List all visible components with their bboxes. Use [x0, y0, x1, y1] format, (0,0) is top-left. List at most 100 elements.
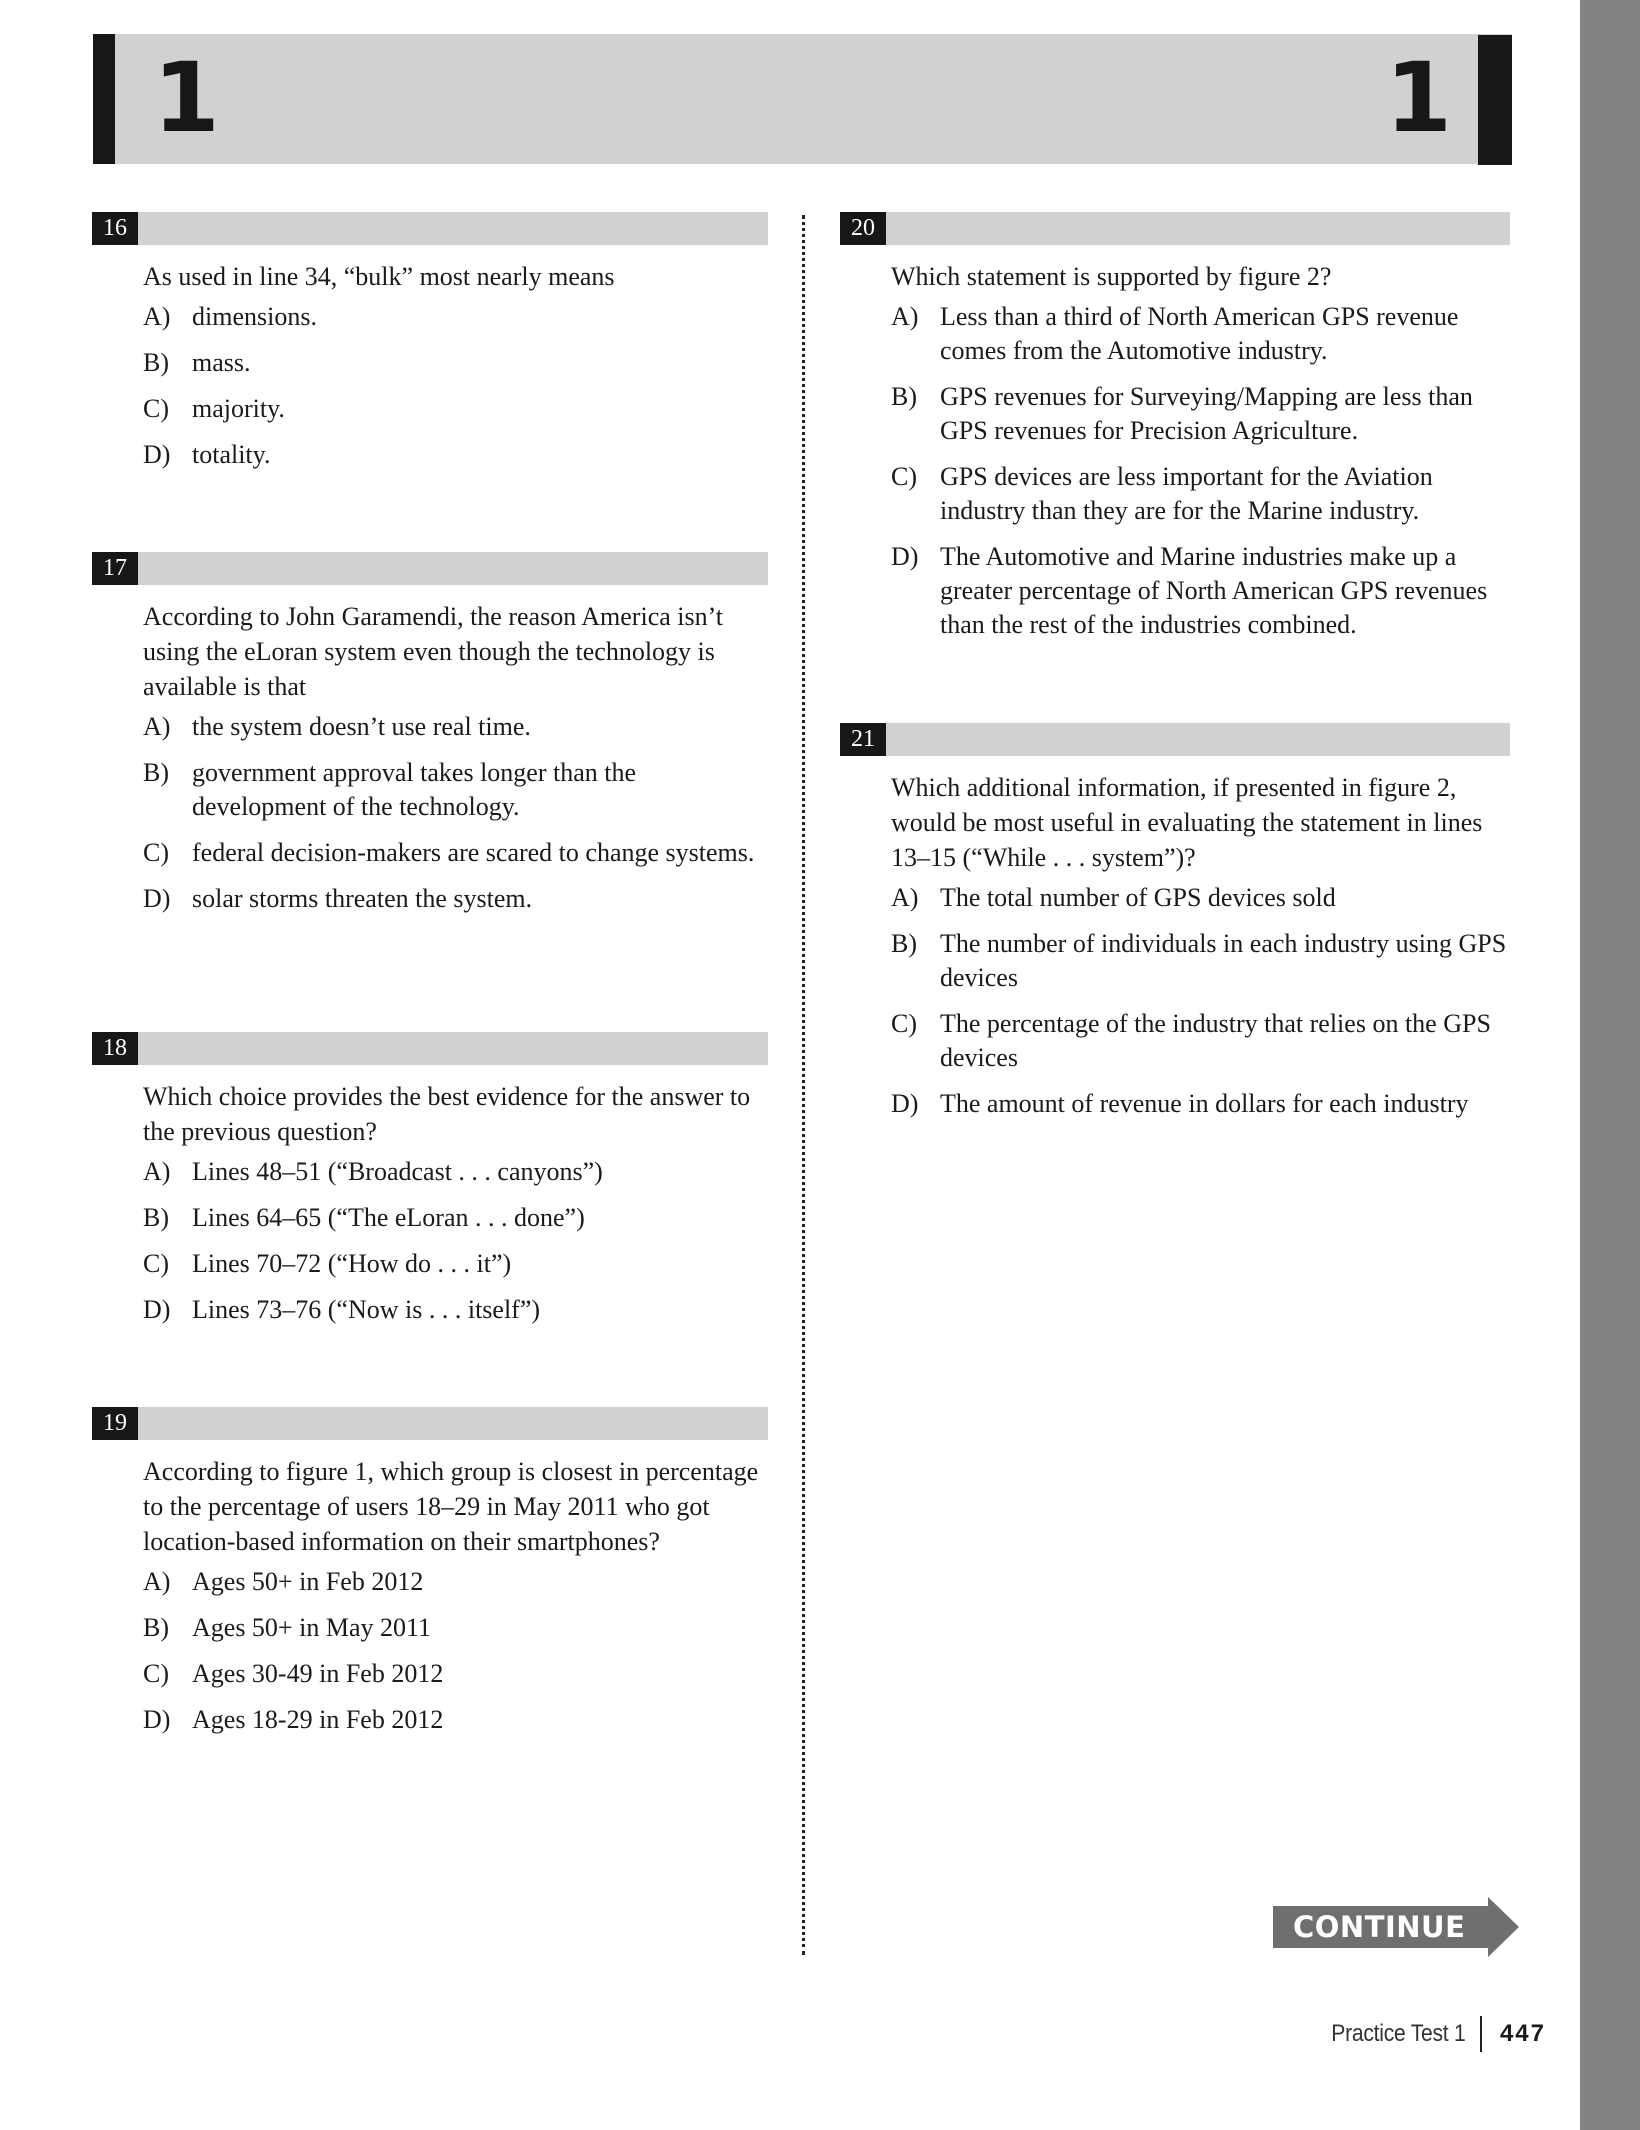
choice-letter: D): [891, 1089, 919, 1118]
answer-choice-c[interactable]: C) federal decision-makers are scared to …: [143, 836, 768, 870]
answer-choice-c[interactable]: C) The percentage of the industry that re…: [891, 1007, 1510, 1075]
choice-text: The amount of revenue in dollars for eac…: [940, 1089, 1469, 1118]
answer-choice-b[interactable]: B) Ages 50+ in May 2011: [143, 1611, 768, 1645]
question-17: 17 According to John Garamendi, the reas…: [92, 552, 768, 928]
choice-letter: B): [891, 929, 917, 958]
choice-letter: A): [143, 1157, 171, 1186]
question-21: 21 Which additional information, if pres…: [840, 723, 1510, 1133]
choice-text: GPS revenues for Surveying/Mapping are l…: [940, 382, 1473, 445]
page-edge-strip: [1580, 0, 1640, 2130]
answer-choice-b[interactable]: B) government approval takes longer than …: [143, 756, 768, 824]
choice-letter: D): [143, 884, 171, 913]
choice-letter: C): [143, 1659, 169, 1688]
choice-text: The percentage of the industry that reli…: [940, 1009, 1491, 1072]
choice-letter: A): [143, 302, 171, 331]
section-header-right-bar: [1478, 35, 1512, 165]
choice-text: dimensions.: [192, 302, 317, 331]
choice-letter: B): [143, 1613, 169, 1642]
answer-choice-d[interactable]: D) solar storms threaten the system.: [143, 882, 768, 916]
answer-choice-a[interactable]: A) The total number of GPS devices sold: [891, 881, 1510, 915]
choice-letter: C): [891, 1009, 917, 1038]
choice-text: Lines 70–72 (“How do . . . it”): [192, 1249, 512, 1278]
choice-text: GPS devices are less important for the A…: [940, 462, 1433, 525]
question-stem: According to John Garamendi, the reason …: [143, 602, 724, 701]
answer-choices: A) The total number of GPS devices sold B…: [891, 881, 1510, 1121]
choice-letter: B): [143, 348, 169, 377]
choice-text: The Automotive and Marine industries mak…: [940, 542, 1488, 639]
question-number: 21: [840, 723, 886, 756]
choice-text: Ages 50+ in May 2011: [192, 1613, 432, 1642]
answer-choice-a[interactable]: A) dimensions.: [143, 300, 768, 334]
choice-text: Ages 30-49 in Feb 2012: [192, 1659, 444, 1688]
answer-choice-c[interactable]: C) majority.: [143, 392, 768, 426]
question-18: 18 Which choice provides the best eviden…: [92, 1032, 768, 1339]
choice-text: Ages 18-29 in Feb 2012: [192, 1705, 444, 1734]
footer-title: Practice Test 1: [1331, 2020, 1466, 2047]
choice-letter: D): [143, 440, 171, 469]
question-number: 16: [92, 212, 138, 245]
choice-text: Lines 64–65 (“The eLoran . . . done”): [192, 1203, 585, 1232]
answer-choice-a[interactable]: A) Lines 48–51 (“Broadcast . . . canyons”…: [143, 1155, 768, 1189]
choice-letter: C): [891, 462, 917, 491]
answer-choice-d[interactable]: D) Lines 73–76 (“Now is . . . itself”): [143, 1293, 768, 1327]
page-number: 447: [1499, 2020, 1546, 2047]
answer-choice-b[interactable]: B) Lines 64–65 (“The eLoran . . . done”): [143, 1201, 768, 1235]
choice-letter: C): [143, 394, 169, 423]
continue-label: CONTINUE: [1293, 1910, 1466, 1944]
question-16: 16 As used in line 34, “bulk” most nearl…: [92, 212, 768, 484]
question-number: 20: [840, 212, 886, 245]
question-header-bar: 16: [92, 212, 768, 245]
question-stem: Which statement is supported by figure 2…: [891, 262, 1332, 291]
answer-choice-b[interactable]: B) GPS revenues for Surveying/Mapping are…: [891, 380, 1510, 448]
answer-choice-b[interactable]: B) The number of individuals in each indu…: [891, 927, 1510, 995]
question-header-bar: 21: [840, 723, 1510, 756]
choice-letter: A): [891, 302, 919, 331]
choice-letter: A): [143, 712, 171, 741]
column-divider: [802, 215, 805, 1955]
choice-text: mass.: [192, 348, 251, 377]
choice-letter: B): [143, 758, 169, 787]
choice-text: Less than a third of North American GPS …: [940, 302, 1459, 365]
answer-choice-a[interactable]: A) Less than a third of North American GP…: [891, 300, 1510, 368]
choice-text: totality.: [192, 440, 271, 469]
answer-choice-a[interactable]: A) the system doesn’t use real time.: [143, 710, 768, 744]
choice-letter: B): [143, 1203, 169, 1232]
continue-button[interactable]: CONTINUE: [1273, 1897, 1519, 1957]
answer-choice-d[interactable]: D) totality.: [143, 438, 768, 472]
choice-letter: D): [891, 542, 919, 571]
section-number-right: 1: [1385, 42, 1452, 154]
answer-choices: A) dimensions. B) mass. C) majority. D) tota…: [143, 300, 768, 472]
choice-text: The number of individuals in each indust…: [940, 929, 1507, 992]
choice-letter: D): [143, 1705, 171, 1734]
section-header: 1 1: [93, 34, 1512, 165]
answer-choice-b[interactable]: B) mass.: [143, 346, 768, 380]
answer-choice-c[interactable]: C) Lines 70–72 (“How do . . . it”): [143, 1247, 768, 1281]
answer-choice-c[interactable]: C) Ages 30-49 in Feb 2012: [143, 1657, 768, 1691]
answer-choices: A) Lines 48–51 (“Broadcast . . . canyons”…: [143, 1155, 768, 1327]
question-20: 20 Which statement is supported by figur…: [840, 212, 1510, 654]
question-header-bar: 20: [840, 212, 1510, 245]
choice-text: majority.: [192, 394, 285, 423]
question-header-bar: 18: [92, 1032, 768, 1065]
question-number: 19: [92, 1407, 138, 1440]
answer-choice-d[interactable]: D) The Automotive and Marine industries m…: [891, 540, 1510, 642]
choice-text: solar storms threaten the system.: [192, 884, 533, 913]
section-header-left-bar: [93, 34, 115, 164]
answer-choice-d[interactable]: D) The amount of revenue in dollars for e…: [891, 1087, 1510, 1121]
choice-text: The total number of GPS devices sold: [940, 883, 1336, 912]
question-stem: As used in line 34, “bulk” most nearly m…: [143, 262, 615, 291]
question-header-bar: 19: [92, 1407, 768, 1440]
section-number-left: 1: [153, 42, 220, 154]
choice-letter: A): [143, 1567, 171, 1596]
answer-choice-d[interactable]: D) Ages 18-29 in Feb 2012: [143, 1703, 768, 1737]
choice-text: federal decision-makers are scared to ch…: [192, 838, 755, 867]
choice-letter: A): [891, 883, 919, 912]
question-19: 19 According to figure 1, which group is…: [92, 1407, 768, 1749]
answer-choices: A) Less than a third of North American GP…: [891, 300, 1510, 642]
answer-choices: A) Ages 50+ in Feb 2012 B) Ages 50+ in May…: [143, 1565, 768, 1737]
answer-choice-a[interactable]: A) Ages 50+ in Feb 2012: [143, 1565, 768, 1599]
answer-choice-c[interactable]: C) GPS devices are less important for the…: [891, 460, 1510, 528]
answer-choices: A) the system doesn’t use real time. B) go…: [143, 710, 768, 916]
choice-letter: B): [891, 382, 917, 411]
choice-text: Ages 50+ in Feb 2012: [192, 1567, 424, 1596]
